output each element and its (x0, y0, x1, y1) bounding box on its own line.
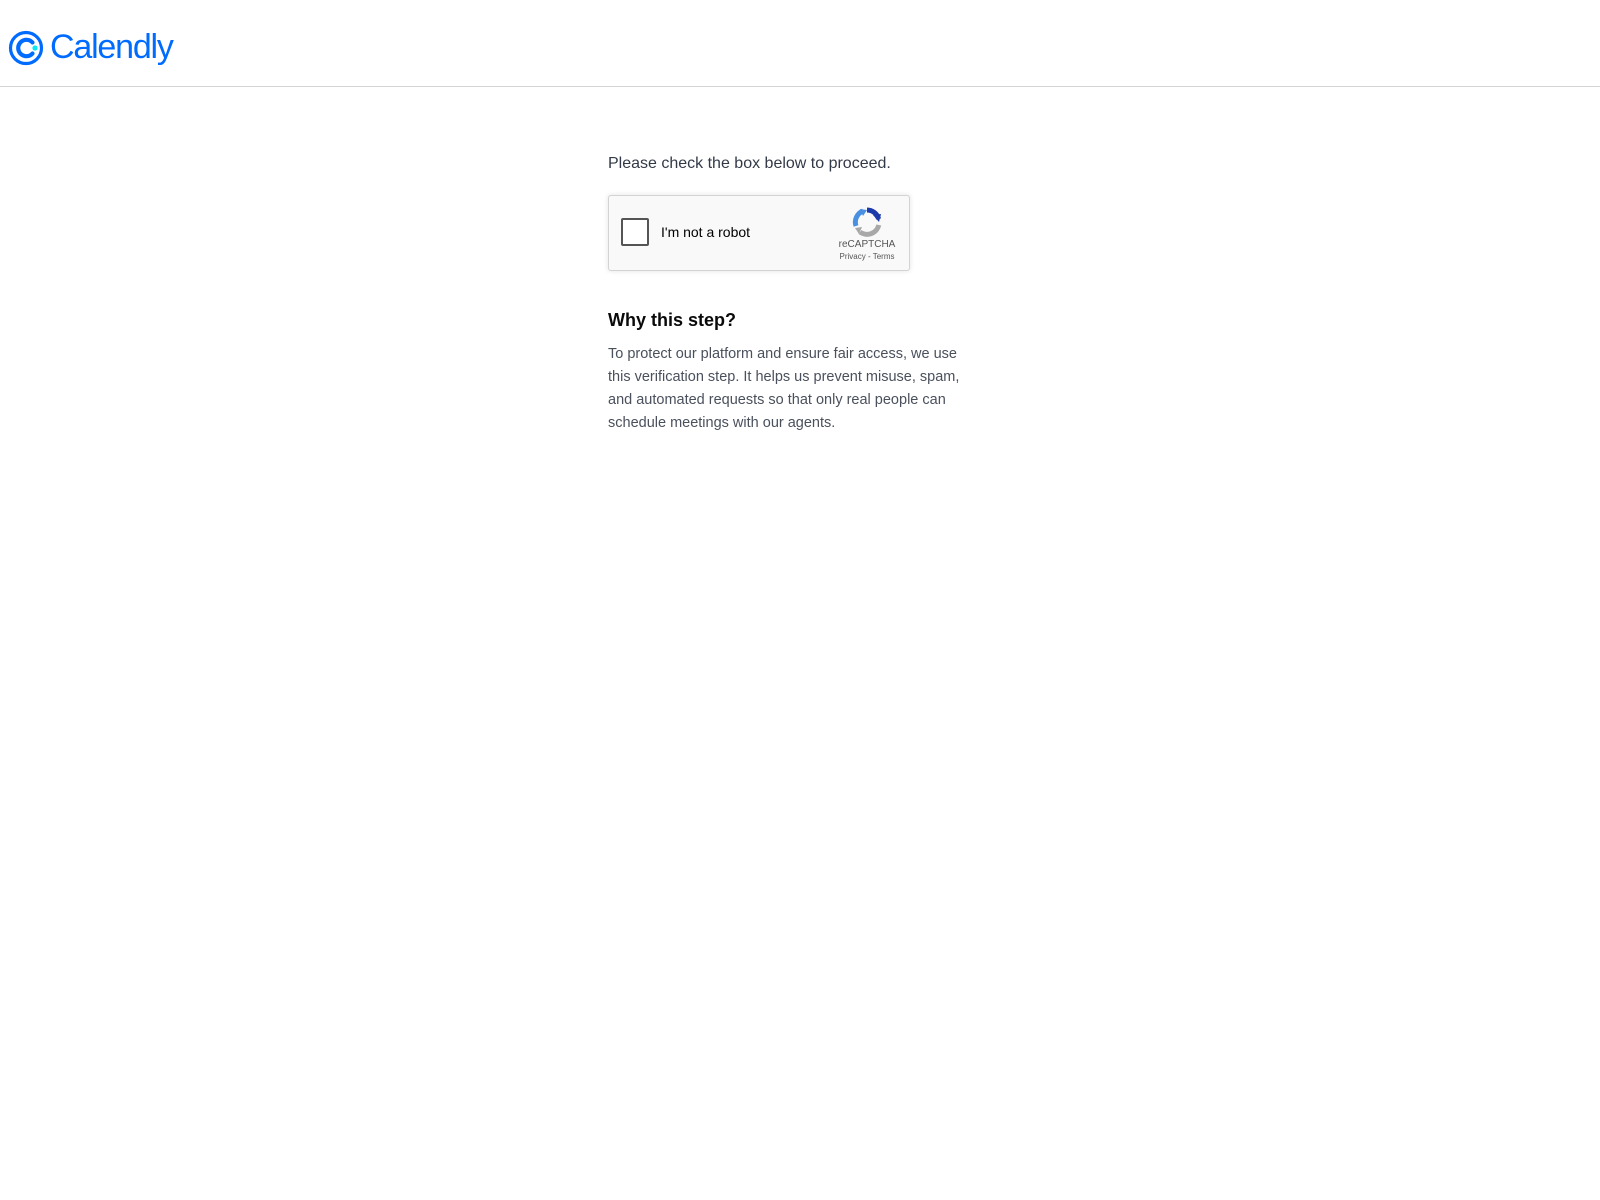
recaptcha-privacy-link[interactable]: Privacy (840, 252, 866, 261)
recaptcha-links: Privacy - Terms (837, 251, 897, 263)
recaptcha-branding: reCAPTCHA Privacy - Terms (837, 206, 897, 263)
calendly-logo-icon (8, 30, 44, 66)
recaptcha-terms-link[interactable]: Terms (873, 252, 895, 261)
site-header: Calendly (0, 0, 1600, 87)
recaptcha-label: I'm not a robot (661, 224, 751, 240)
recaptcha-logo-icon (852, 207, 882, 237)
logo-wordmark: Calendly (50, 28, 174, 66)
why-heading: Why this step? (608, 310, 737, 330)
recaptcha-checkbox[interactable] (621, 218, 649, 246)
instruction-text: Please check the box below to proceed. (608, 155, 891, 172)
recaptcha-brand-text: reCAPTCHA (838, 239, 896, 250)
recaptcha-widget: I'm not a robot reCAPTCHA Privacy - Term… (608, 195, 910, 271)
recaptcha-link-separator: - (867, 252, 871, 261)
verification-panel: Please check the box below to proceed. I… (608, 150, 988, 435)
calendly-logo[interactable]: Calendly (8, 28, 174, 66)
why-description: To protect our platform and ensure fair … (608, 346, 960, 431)
